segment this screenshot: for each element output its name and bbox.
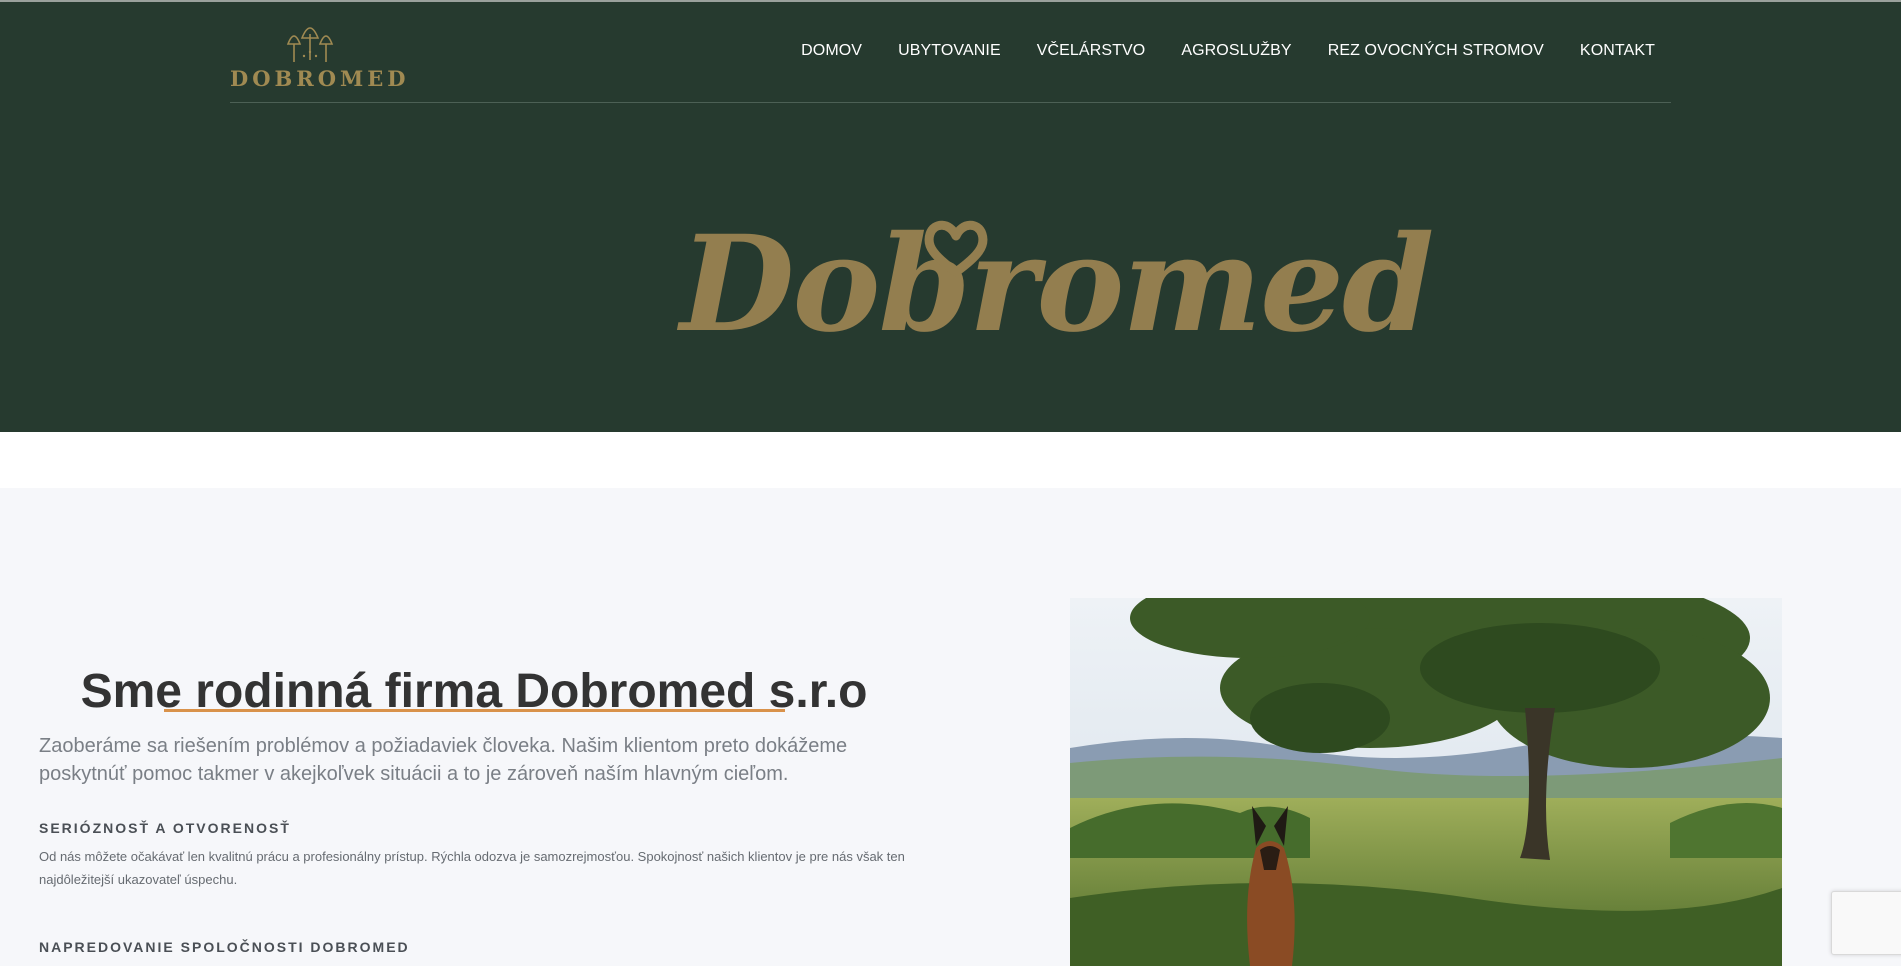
title-underline [164,709,785,712]
main-navigation: DOMOV UBYTOVANIE VČELÁRSTVO AGROSLUŽBY R… [801,42,1655,60]
nav-item-agrosluzby[interactable]: AGROSLUŽBY [1181,42,1291,60]
trees-logo-icon [286,27,334,62]
header-divider [230,102,1671,103]
site-logo[interactable]: DOBROMED [230,20,410,91]
paragraph-seriousness: Od nás môžete očakávať len kvalitnú prác… [39,849,905,887]
logo-wordmark: DOBROMED [230,66,410,91]
intro-lead: Zaoberáme sa riešením problémov a požiad… [39,735,848,785]
subheading-progress: NAPREDOVANIE SPOLOČNOSTI DOBROMED [39,939,410,955]
recaptcha-badge-icon[interactable] [1831,891,1901,955]
heart-icon [924,220,988,277]
subheading-seriousness: SERIÓZNOSŤ A OTVORENOSŤ [39,820,291,836]
landscape-photo-dog-under-tree [1070,598,1782,966]
nav-item-rez-ovocnych-stromov[interactable]: REZ OVOCNÝCH STROMOV [1328,42,1544,60]
intro-section: Sme rodinná firma Dobromed s.r.o Zaoberá… [0,488,1901,966]
nav-item-ubytovanie[interactable]: UBYTOVANIE [898,42,1001,60]
nav-item-domov[interactable]: DOMOV [801,42,862,60]
hero-header: DOBROMED DOMOV UBYTOVANIE VČELÁRSTVO AGR… [0,2,1901,432]
nav-item-kontakt[interactable]: KONTAKT [1580,42,1655,60]
nav-item-vcelarstvo[interactable]: VČELÁRSTVO [1037,42,1146,60]
